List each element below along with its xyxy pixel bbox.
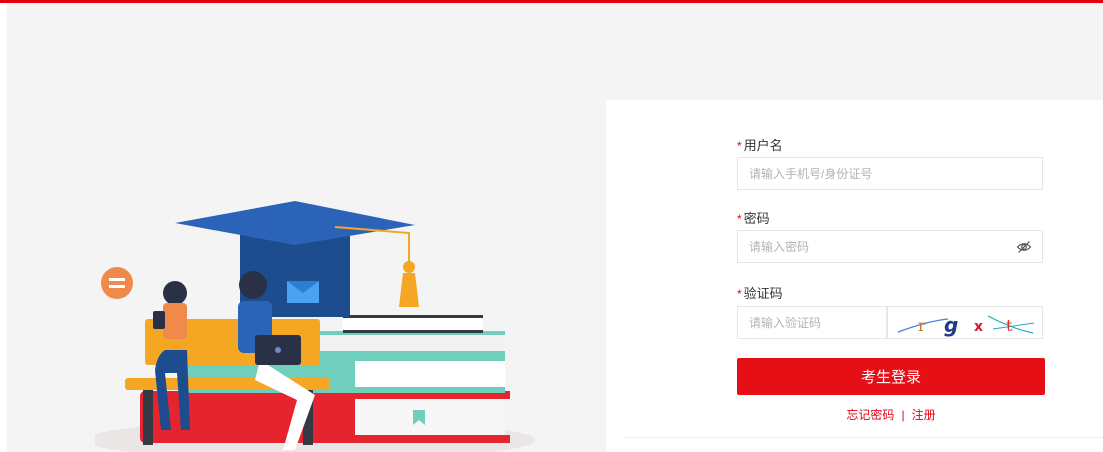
- panel-divider: [624, 437, 1103, 438]
- password-input[interactable]: [738, 231, 1042, 262]
- captcha-label: * 验证码: [737, 286, 783, 302]
- required-mark: *: [737, 212, 742, 226]
- auth-links: 忘记密码 | 注册: [737, 406, 1045, 423]
- svg-text:x: x: [974, 319, 983, 335]
- password-label-text: 密码: [743, 211, 770, 226]
- username-label: * 用户名: [737, 138, 783, 154]
- username-label-text: 用户名: [743, 138, 783, 153]
- link-separator: |: [901, 408, 905, 422]
- password-label: * 密码: [737, 211, 770, 227]
- captcha-graphic: r g x t: [897, 313, 1035, 337]
- captcha-field[interactable]: [737, 306, 887, 339]
- svg-text:t: t: [1006, 316, 1013, 335]
- top-accent-bar: [0, 0, 1103, 3]
- students-illustration: [95, 201, 535, 452]
- required-mark: *: [737, 287, 742, 301]
- captcha-label-text: 验证码: [743, 286, 783, 301]
- left-edge-strip: [0, 3, 7, 452]
- candidate-login-button[interactable]: 考生登录: [737, 358, 1045, 395]
- required-mark: *: [737, 139, 742, 153]
- svg-text:g: g: [944, 313, 958, 337]
- username-input[interactable]: [738, 158, 1042, 189]
- svg-text:r: r: [918, 316, 926, 335]
- register-link[interactable]: 注册: [912, 408, 936, 422]
- password-field[interactable]: [737, 230, 1043, 263]
- captcha-input[interactable]: [738, 307, 886, 338]
- captcha-image[interactable]: r g x t: [887, 306, 1043, 339]
- eye-off-icon[interactable]: [1016, 239, 1032, 255]
- forgot-password-link[interactable]: 忘记密码: [846, 408, 894, 422]
- login-panel: *用户名 *密码 *验证码 r g x t 考生登录 忘记密码|注册: [606, 100, 1103, 452]
- username-field[interactable]: [737, 157, 1043, 190]
